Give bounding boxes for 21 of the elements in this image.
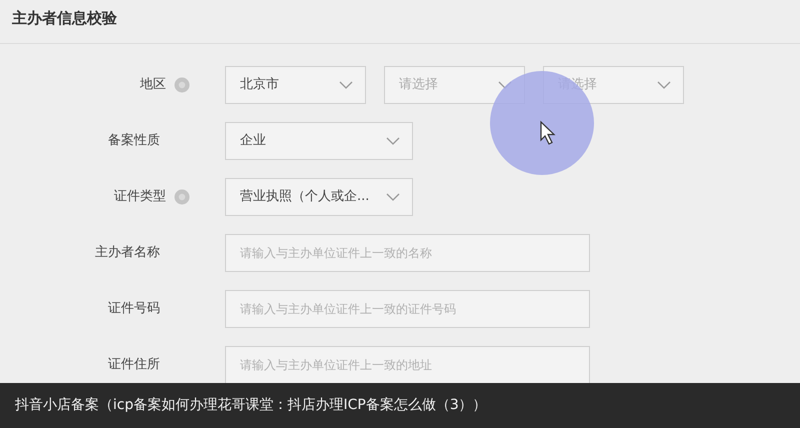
select-dropdown[interactable]: 企业 [225, 122, 413, 160]
field-label: 证件类型 [114, 188, 166, 206]
select-dropdown[interactable]: 北京市 [225, 66, 366, 104]
field-label: 证件住所 [108, 356, 160, 374]
video-caption: 抖音小店备案（icp备案如何办理花哥课堂：抖店办理ICP备案怎么做（3）） [15, 396, 487, 415]
pointer-icon [540, 120, 556, 145]
chevron-down-icon [339, 81, 353, 89]
input-field[interactable]: 请输入与主办单位证件上一致的地址 [225, 346, 590, 384]
chevron-down-icon [657, 81, 671, 89]
chevron-down-icon [386, 193, 400, 201]
field-label: 证件号码 [108, 300, 160, 318]
field-label: 备案性质 [108, 132, 160, 150]
section-title: 主办者信息校验 [12, 9, 117, 27]
input-field[interactable]: 请输入与主办单位证件上一致的名称 [225, 234, 590, 272]
input-field[interactable]: 请输入与主办单位证件上一致的证件号码 [225, 290, 590, 328]
field-label: 地区 [140, 76, 166, 94]
help-icon[interactable] [174, 77, 190, 93]
field-label: 主办者名称 [95, 244, 160, 262]
chevron-down-icon [386, 137, 400, 145]
help-icon[interactable] [174, 189, 190, 205]
select-dropdown[interactable]: 营业执照（个人或企... [225, 178, 413, 216]
